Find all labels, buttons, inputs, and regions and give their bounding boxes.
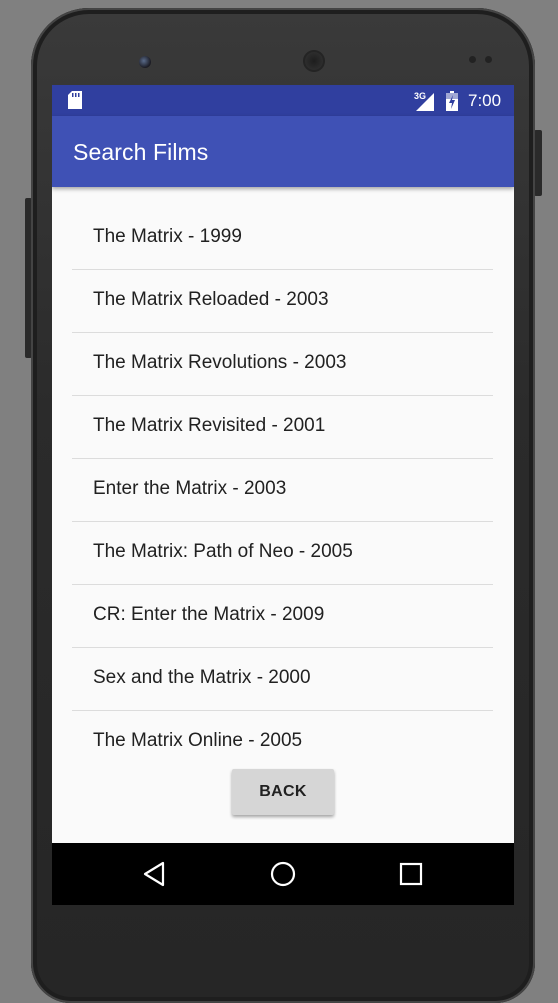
back-triangle-icon — [143, 861, 165, 887]
power-button[interactable] — [534, 130, 542, 196]
status-clock: 7:00 — [468, 91, 502, 110]
list-item[interactable]: CR: Enter the Matrix - 2009 — [72, 585, 493, 648]
film-title: The Matrix Revolutions - 2003 — [93, 352, 347, 373]
signal-icon — [416, 93, 434, 111]
battery-charging-icon — [446, 91, 458, 111]
film-title: CR: Enter the Matrix - 2009 — [93, 604, 325, 625]
list-item[interactable]: The Matrix Online - 2005 — [72, 711, 493, 773]
app-bar: Search Films — [52, 116, 514, 187]
proximity-sensors-icon — [469, 56, 497, 64]
list-item[interactable]: The Matrix: Path of Neo - 2005 — [72, 522, 493, 585]
nav-recents-button[interactable] — [394, 857, 428, 891]
front-camera-icon — [139, 56, 151, 68]
nav-home-button[interactable] — [266, 857, 300, 891]
list-item[interactable]: The Matrix Revolutions - 2003 — [72, 333, 493, 396]
list-item[interactable]: The Matrix Revisited - 2001 — [72, 396, 493, 459]
list-item[interactable]: The Matrix - 1999 — [72, 207, 493, 270]
film-title: Enter the Matrix - 2003 — [93, 478, 287, 499]
recents-square-icon — [399, 862, 423, 886]
home-circle-icon — [270, 861, 296, 887]
film-list: The Matrix - 1999 The Matrix Reloaded - … — [72, 207, 493, 773]
emulator-background: 3G 7:00 Search Films The Matrix - 1999 T… — [0, 0, 558, 1003]
device-screen: 3G 7:00 Search Films The Matrix - 1999 T… — [52, 85, 514, 905]
film-title: The Matrix Online - 2005 — [93, 730, 303, 751]
film-title: The Matrix: Path of Neo - 2005 — [93, 541, 353, 562]
list-item[interactable]: The Matrix Reloaded - 2003 — [72, 270, 493, 333]
film-title: The Matrix - 1999 — [93, 226, 242, 247]
list-item[interactable]: Enter the Matrix - 2003 — [72, 459, 493, 522]
earpiece-speaker-icon — [303, 50, 325, 72]
list-item[interactable]: Sex and the Matrix - 2000 — [72, 648, 493, 711]
film-title: Sex and the Matrix - 2000 — [93, 667, 311, 688]
navigation-bar — [52, 843, 514, 905]
status-bar: 3G 7:00 — [52, 85, 514, 116]
film-title: The Matrix Revisited - 2001 — [93, 415, 326, 436]
back-button[interactable]: BACK — [232, 769, 334, 815]
nav-back-button[interactable] — [138, 857, 172, 891]
sd-card-icon — [68, 91, 82, 109]
film-title: The Matrix Reloaded - 2003 — [93, 289, 329, 310]
page-title: Search Films — [73, 139, 209, 165]
